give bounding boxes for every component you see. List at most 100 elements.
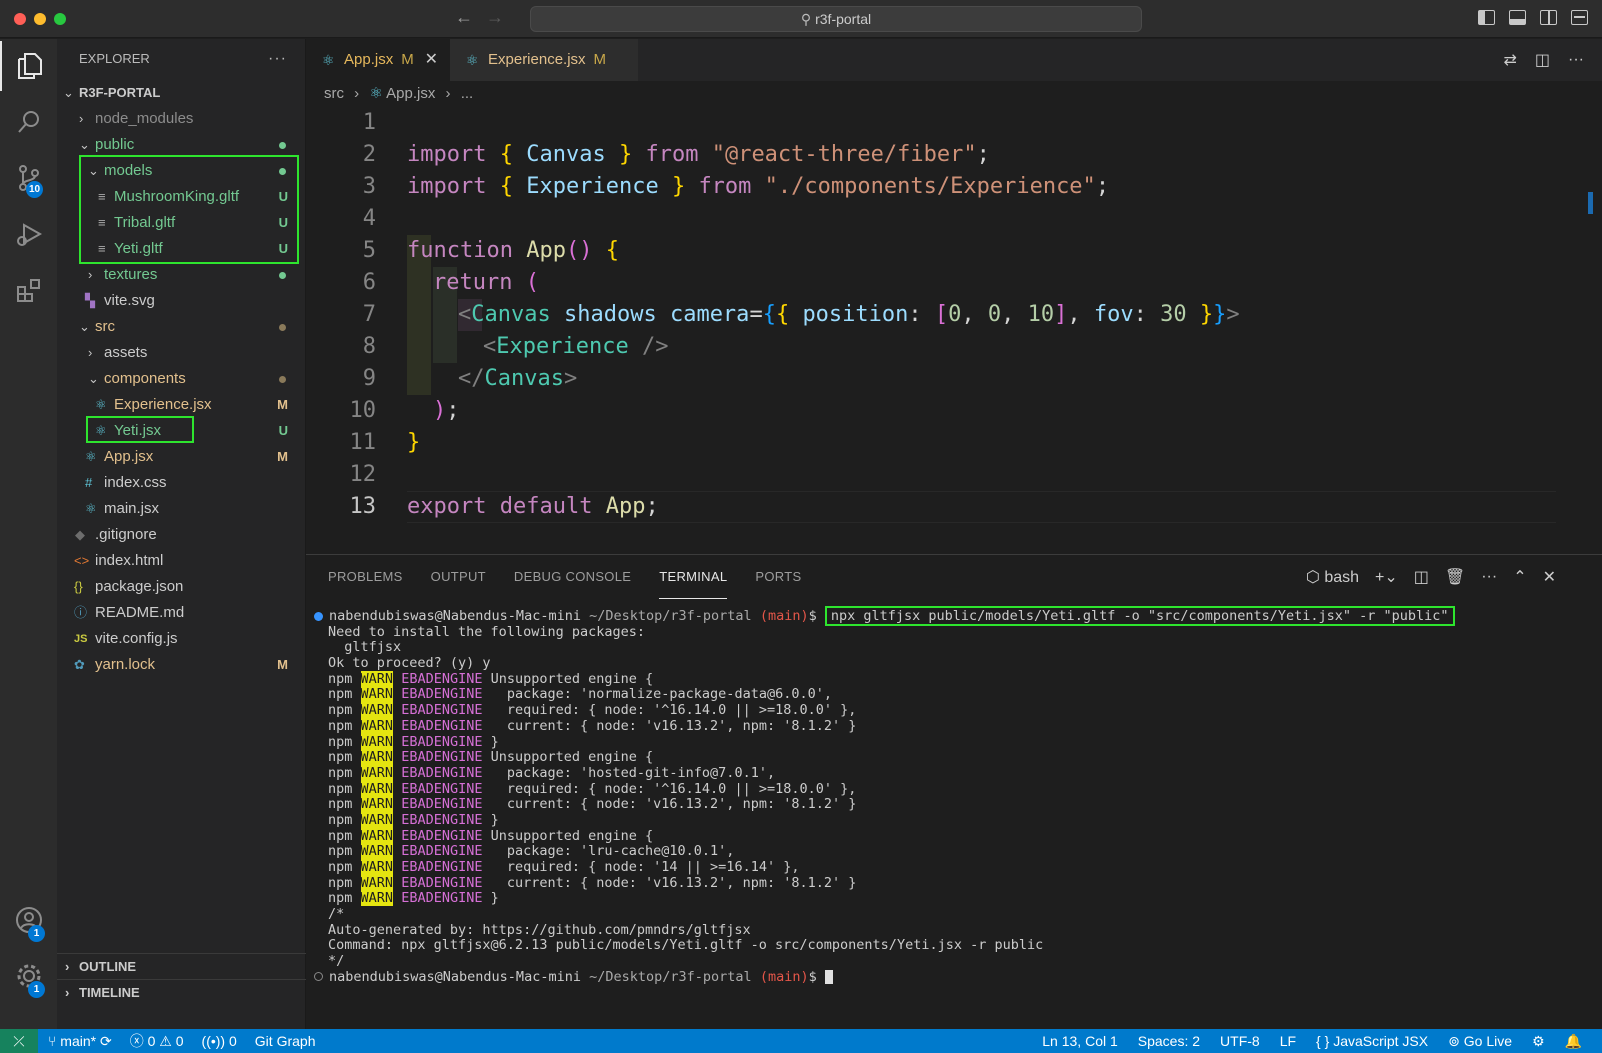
explorer-icon[interactable] xyxy=(0,41,57,91)
highlighted-command: npx gltfjsx public/models/Yeti.gltf -o "… xyxy=(824,606,1455,626)
git-file-icon: ◆ xyxy=(75,527,85,542)
branch-name: main* xyxy=(60,1033,97,1049)
breadcrumb-more[interactable]: ... xyxy=(461,85,474,102)
more-actions-icon[interactable]: ··· xyxy=(268,39,287,79)
timeline-section[interactable]: › TIMELINE xyxy=(57,979,306,1005)
tab-debug-console[interactable]: DEBUG CONSOLE xyxy=(514,555,631,599)
tab-output[interactable]: OUTPUT xyxy=(431,555,486,599)
problems-status[interactable]: ⓧ 0 ⚠ 0 xyxy=(130,1029,184,1053)
branch-status[interactable]: ⑂ main* ⟳ xyxy=(48,1029,112,1053)
tree-item-src[interactable]: ⌄ src xyxy=(57,314,306,340)
extensions-icon[interactable] xyxy=(0,265,57,315)
close-icon[interactable]: ✕ xyxy=(425,39,438,81)
outline-section[interactable]: › OUTLINE xyxy=(57,953,306,979)
line-number: 1 xyxy=(362,110,376,135)
tree-item-experience-jsx[interactable]: ⚛ Experience.jsx M xyxy=(57,392,306,418)
back-arrow-icon[interactable]: ← xyxy=(455,7,473,28)
open-changes-icon[interactable]: ⇄ xyxy=(1503,50,1516,70)
indentation[interactable]: Spaces: 2 xyxy=(1138,1029,1200,1053)
explorer-sidebar: EXPLORER ··· ⌄ R3F-PORTAL › node_modules… xyxy=(57,39,306,1029)
git-status: M xyxy=(277,397,288,412)
html-icon: <> xyxy=(74,553,90,568)
maximize-panel-icon[interactable]: ⌃ xyxy=(1513,567,1526,587)
run-debug-icon[interactable] xyxy=(0,209,57,259)
terminal-line: Auto-generated by: https://github.com/pm… xyxy=(328,921,751,938)
tree-item-yarn-lock[interactable]: ✿ yarn.lock M xyxy=(57,652,306,678)
breadcrumb-file[interactable]: App.jsx xyxy=(386,85,435,102)
breadcrumb-folder[interactable]: src xyxy=(324,85,344,102)
tree-item-assets[interactable]: › assets xyxy=(57,340,306,366)
command-center-search[interactable]: ⚲ r3f-portal xyxy=(530,6,1142,32)
ports-status[interactable]: ((•)) 0 xyxy=(202,1029,237,1053)
customize-layout-icon[interactable] xyxy=(1571,10,1588,25)
tree-item-vite-svg[interactable]: ▚ vite.svg xyxy=(57,288,306,314)
tab-experience-jsx[interactable]: ⚛ Experience.jsx M xyxy=(450,39,638,81)
tab-label: Experience.jsx xyxy=(488,51,586,68)
tree-item-textures[interactable]: › textures xyxy=(57,262,306,288)
tab-problems[interactable]: PROBLEMS xyxy=(328,555,403,599)
split-terminal-icon[interactable]: ◫ xyxy=(1414,567,1429,587)
split-editor-icon[interactable]: ◫ xyxy=(1535,50,1550,70)
tree-item-index-css[interactable]: # index.css xyxy=(57,470,306,496)
search-icon[interactable] xyxy=(0,97,57,147)
encoding[interactable]: UTF-8 xyxy=(1220,1029,1260,1053)
tree-item-label: App.jsx xyxy=(104,448,154,465)
tree-item-label: assets xyxy=(104,344,148,361)
source-control-icon[interactable]: 10 xyxy=(0,153,57,203)
terminal-line: npm WARN EBADENGINE } xyxy=(328,890,499,907)
line-number: 3 xyxy=(362,174,376,199)
accounts-icon[interactable]: 1 xyxy=(0,895,57,945)
terminal-profile[interactable]: ⬡ bash xyxy=(1306,567,1359,587)
tab-ports[interactable]: PORTS xyxy=(755,555,801,599)
chevron-right-icon: › xyxy=(445,85,451,102)
search-icon: ⚲ xyxy=(800,11,812,27)
tree-item-package-json[interactable]: {} package.json xyxy=(57,574,306,600)
tree-item-main-jsx[interactable]: ⚛ main.jsx xyxy=(57,496,306,522)
kill-terminal-icon[interactable]: 🗑 xyxy=(1445,567,1465,587)
maximize-window-button[interactable] xyxy=(54,13,66,25)
minimize-window-button[interactable] xyxy=(34,13,46,25)
new-terminal-icon[interactable]: +⌄ xyxy=(1375,567,1398,587)
end-of-line[interactable]: LF xyxy=(1280,1029,1296,1053)
remote-indicator-icon[interactable]: ⤫ xyxy=(0,1029,38,1053)
forward-arrow-icon[interactable]: → xyxy=(486,7,504,28)
git-graph-button[interactable]: Git Graph xyxy=(255,1029,316,1053)
toggle-panel-icon[interactable] xyxy=(1509,10,1526,25)
untracked-dot xyxy=(279,142,286,149)
workspace-name: r3f-portal xyxy=(815,11,872,27)
go-live-button[interactable]: ⊚ Go Live xyxy=(1448,1029,1512,1053)
tab-app-jsx[interactable]: ⚛ App.jsx M ✕ xyxy=(306,39,450,81)
tree-item-readme[interactable]: ⓘ README.md xyxy=(57,600,306,626)
toggle-secondary-sidebar-icon[interactable] xyxy=(1540,10,1557,25)
manage-gear-icon[interactable]: 1 xyxy=(0,951,57,1001)
root-folder[interactable]: ⌄ R3F-PORTAL xyxy=(57,80,306,106)
editor-tabs: ⚛ App.jsx M ✕ ⚛ Experience.jsx M ⇄ ◫ ··· xyxy=(306,39,1602,81)
cursor-position[interactable]: Ln 13, Col 1 xyxy=(1042,1029,1118,1053)
tree-item-label: node_modules xyxy=(95,110,194,127)
close-panel-icon[interactable]: ✕ xyxy=(1543,567,1556,587)
tree-item-index-html[interactable]: <> index.html xyxy=(57,548,306,574)
close-window-button[interactable] xyxy=(14,13,26,25)
info-icon: ⓘ xyxy=(74,605,88,620)
tree-item-vite-config[interactable]: JS vite.config.js xyxy=(57,626,306,652)
line-number: 6 xyxy=(362,270,376,295)
notifications-bell-icon[interactable]: 🔔 xyxy=(1565,1029,1582,1053)
tree-item-app-jsx[interactable]: ⚛ App.jsx M xyxy=(57,444,306,470)
tree-item-components[interactable]: ⌄ components xyxy=(57,366,306,392)
react-icon: ⚛ xyxy=(85,501,97,516)
react-icon: ⚛ xyxy=(369,85,383,102)
toggle-primary-sidebar-icon[interactable] xyxy=(1478,10,1495,25)
tab-terminal[interactable]: TERMINAL xyxy=(659,555,728,599)
terminal-line: gltfjsx xyxy=(328,639,402,656)
more-actions-icon[interactable]: ··· xyxy=(1568,51,1584,69)
terminal-output[interactable]: nabendubiswas@Nabendus-Mac-mini ~/Deskto… xyxy=(314,606,1568,986)
tree-item-node-modules[interactable]: › node_modules xyxy=(57,106,306,132)
untracked-dot xyxy=(279,272,286,279)
code-editor[interactable]: 1 import { Canvas } from "@react-three/f… xyxy=(306,107,1556,553)
tree-item-gitignore[interactable]: ◆ .gitignore xyxy=(57,522,306,548)
react-icon: ⚛ xyxy=(85,449,97,464)
tree-item-label: Experience.jsx xyxy=(114,396,212,413)
copilot-icon[interactable]: ⚙ xyxy=(1532,1029,1545,1053)
more-actions-icon[interactable]: ··· xyxy=(1481,568,1497,586)
language-mode[interactable]: { } JavaScript JSX xyxy=(1316,1029,1428,1053)
